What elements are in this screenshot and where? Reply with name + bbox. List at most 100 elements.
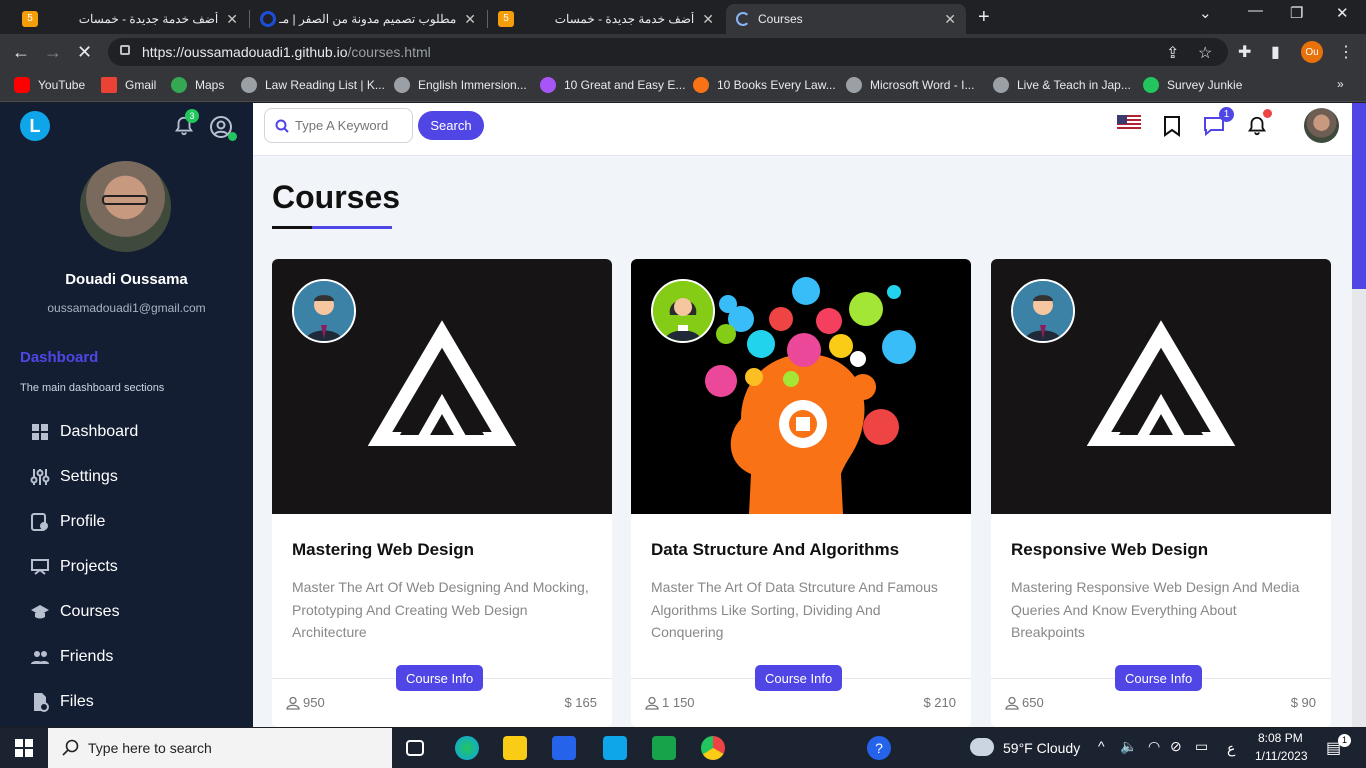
close-window-icon[interactable]: ✕ (1336, 4, 1349, 22)
user-email: oussamadouadi1@gmail.com (47, 301, 206, 315)
sidebar-item-settings[interactable]: Settings (30, 462, 118, 492)
clock-date[interactable]: 1/11/2023 (1255, 749, 1308, 763)
bookmark-great-easy[interactable]: 10 Great and Easy E... (540, 77, 685, 93)
course-title: Data Structure And Algorithms (651, 540, 900, 559)
taskbar-search-field[interactable]: Type here to search (48, 728, 392, 768)
bookmark-youtube[interactable]: YouTube (14, 77, 85, 93)
search-icon (62, 739, 79, 756)
volume-icon[interactable]: 🔈 (1120, 738, 1137, 755)
bookmark-maps[interactable]: Maps (171, 77, 224, 93)
windows-taskbar: Type here to search ? 59°F Cloudy ^ 🔈 ◠ … (0, 728, 1366, 768)
language-indicator[interactable]: ع (1227, 740, 1235, 757)
new-tab-icon[interactable]: + (978, 6, 990, 29)
us-flag-icon[interactable] (1117, 115, 1141, 131)
course-info-button[interactable]: Course Info (1115, 665, 1203, 691)
edge-browser-icon[interactable] (455, 736, 479, 760)
page-title: Courses (272, 179, 401, 215)
sidebar-item-dashboard[interactable]: Dashboard (30, 417, 138, 447)
url-text: https://oussamadouadi1.github.io/courses… (142, 44, 431, 60)
clock-time[interactable]: 8:08 PM (1258, 731, 1303, 745)
course-price: $ 165 (564, 695, 597, 710)
share-icon[interactable]: ⇪ (1166, 43, 1179, 63)
search-field[interactable] (264, 108, 413, 143)
bookmark-star-icon[interactable]: ☆ (1198, 43, 1212, 63)
sliders-icon (30, 467, 50, 487)
bookmark-books[interactable]: 10 Books Every Law... (693, 77, 836, 93)
close-tab-icon[interactable]: ✕ (944, 11, 956, 28)
bookmark-gmail[interactable]: Gmail (101, 77, 156, 93)
weather-text[interactable]: 59°F Cloudy (1003, 740, 1080, 756)
bookmark-survey[interactable]: Survey Junkie (1143, 77, 1242, 93)
task-view-icon[interactable] (406, 740, 424, 756)
users-icon (30, 647, 50, 667)
back-arrow-icon[interactable]: ← (12, 42, 30, 63)
network-icon[interactable]: ◠ (1148, 738, 1160, 755)
browser-tab-active[interactable]: Courses ✕ (726, 4, 966, 34)
male-avatar-icon (294, 281, 354, 341)
chrome-icon[interactable] (701, 736, 725, 760)
bookmark-japan[interactable]: Live & Teach in Jap... (993, 77, 1131, 93)
help-icon[interactable]: ? (867, 736, 891, 760)
tab-search-chevron-icon[interactable]: ⌄ (1199, 4, 1212, 22)
address-bar[interactable]: https://oussamadouadi1.github.io/courses… (108, 38, 1228, 66)
course-info-button[interactable]: Course Info (755, 665, 843, 691)
course-info-button[interactable]: Course Info (396, 665, 484, 691)
more-bookmarks-icon[interactable]: » (1337, 77, 1344, 91)
course-description: Master The Art Of Data Strcuture And Fam… (651, 579, 938, 640)
sidebar-item-friends[interactable]: Friends (30, 642, 113, 672)
mail-icon[interactable] (603, 736, 627, 760)
message-badge: 1 (1219, 107, 1234, 122)
chevron-up-icon[interactable]: ^ (1098, 738, 1105, 754)
restore-icon[interactable]: ❐ (1290, 4, 1303, 22)
side-panel-icon[interactable]: ▮ (1271, 42, 1280, 62)
menu-kebab-icon[interactable]: ⋮ (1338, 42, 1354, 62)
profile-avatar[interactable]: Ou (1301, 41, 1323, 63)
page-viewport: L 3 Douadi Oussama oussamadouadi1@gmail.… (0, 103, 1366, 727)
stop-loading-icon[interactable]: ✕ (77, 42, 92, 63)
female-avatar-icon (653, 281, 713, 341)
forward-arrow-icon[interactable]: → (44, 42, 62, 63)
section-subtitle: The main dashboard sections (20, 382, 165, 394)
bell-icon[interactable] (1246, 115, 1268, 137)
browser-tab[interactable]: 5 أضف خدمة جديدة - خمسات ✕ (488, 4, 724, 34)
sidebar-item-courses[interactable]: Courses (30, 597, 120, 627)
khamsat-favicon-icon: 5 (22, 11, 38, 27)
search-input[interactable] (295, 118, 405, 133)
browser-tab[interactable]: مطلوب تصميم مدونة من الصفر | مـ ✕ (250, 4, 486, 34)
close-tab-icon[interactable]: ✕ (702, 11, 714, 28)
instructor-avatar (292, 279, 356, 343)
notification-badge: 3 (185, 109, 199, 123)
site-favicon-icon (260, 11, 276, 27)
instructor-avatar (1011, 279, 1075, 343)
bookmark-icon[interactable] (1163, 115, 1181, 137)
browser-tab-strip: 5 أضف خدمة جديدة - خمسات ✕ مطلوب تصميم م… (0, 0, 1366, 34)
app-icon[interactable] (652, 736, 676, 760)
sidebar-item-projects[interactable]: Projects (30, 552, 118, 582)
close-tab-icon[interactable]: ✕ (226, 11, 238, 28)
scrollbar-thumb[interactable] (1352, 103, 1366, 289)
sidebar-item-profile[interactable]: Profile (30, 507, 105, 537)
scrollbar[interactable] (1352, 103, 1366, 727)
file-explorer-icon[interactable] (503, 736, 527, 760)
header-avatar[interactable] (1304, 108, 1339, 143)
loading-spinner-icon (736, 12, 750, 26)
bookmark-english[interactable]: English Immersion... (394, 77, 527, 93)
minimize-icon[interactable]: — (1248, 2, 1263, 19)
meet-now-icon[interactable]: ⊘ (1170, 738, 1182, 755)
diagram-icon (30, 557, 50, 577)
file-icon (30, 692, 50, 712)
bookmarks-bar: YouTube Gmail Maps Law Reading List | K.… (0, 70, 1366, 102)
close-tab-icon[interactable]: ✕ (464, 11, 476, 28)
battery-icon[interactable]: ▭ (1195, 738, 1208, 755)
windows-start-icon[interactable] (15, 739, 33, 757)
lock-icon (120, 45, 130, 55)
extensions-icon[interactable]: ✚ (1238, 42, 1251, 62)
browser-tab[interactable]: 5 أضف خدمة جديدة - خمسات ✕ (12, 4, 248, 34)
bookmark-word[interactable]: Microsoft Word - I... (846, 77, 974, 93)
bookmark-law-reading[interactable]: Law Reading List | K... (241, 77, 385, 93)
site-icon (540, 77, 556, 93)
sidebar-item-files[interactable]: Files (30, 687, 94, 717)
microsoft-store-icon[interactable] (552, 736, 576, 760)
search-button[interactable]: Search (418, 111, 484, 140)
logo[interactable]: L (20, 111, 50, 141)
